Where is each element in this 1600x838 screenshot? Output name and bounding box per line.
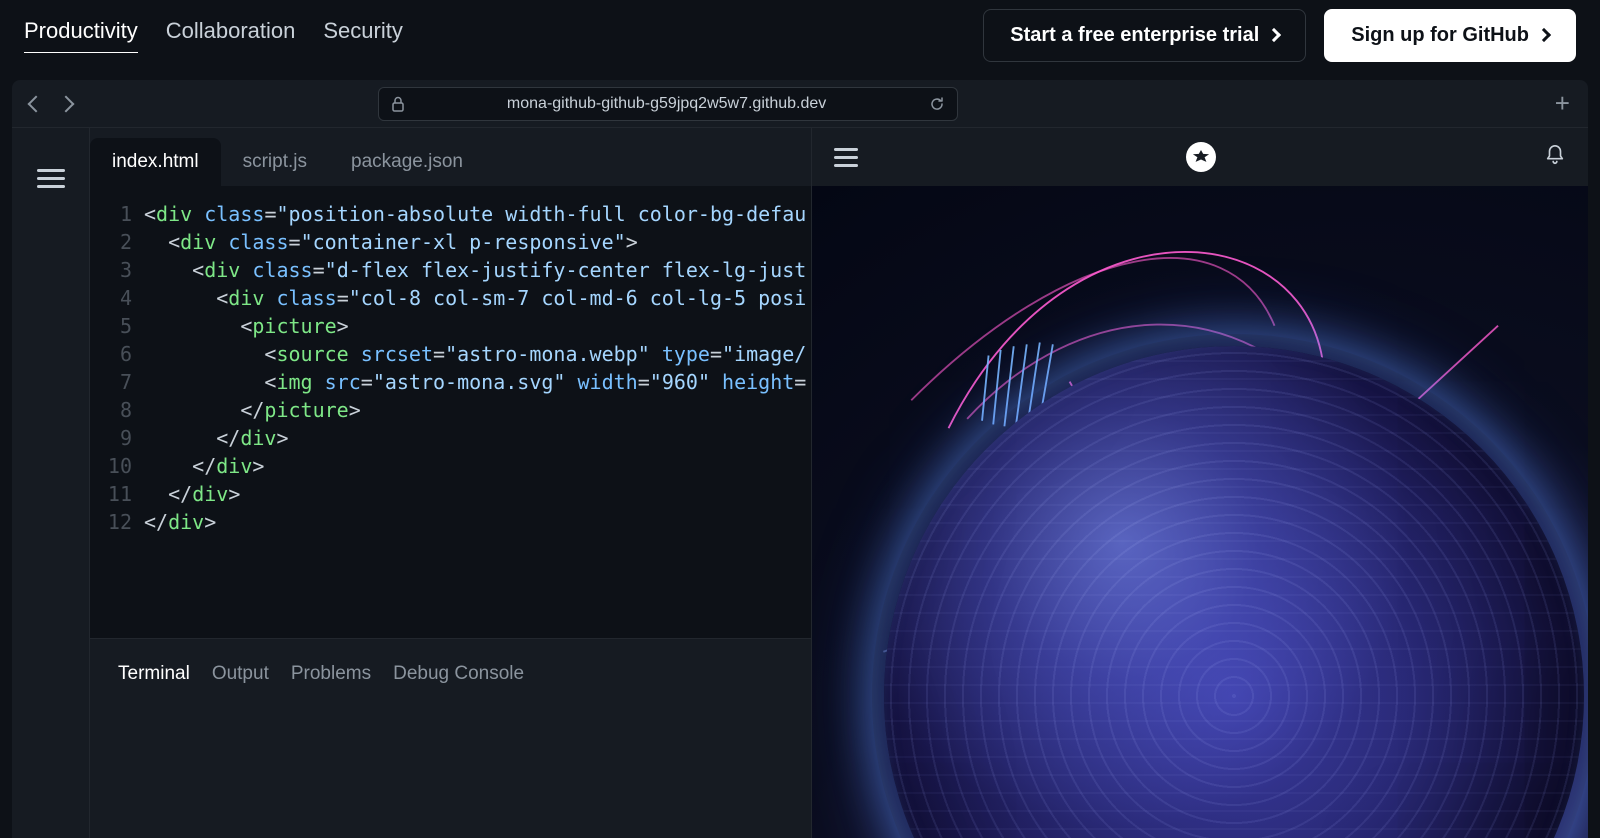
- file-tab-package[interactable]: package.json: [329, 138, 485, 186]
- sign-up-label: Sign up for GitHub: [1351, 24, 1529, 47]
- github-logo-icon: [1186, 142, 1216, 172]
- preview-canvas: [812, 186, 1588, 838]
- activity-bar: [12, 128, 90, 838]
- chevron-right-icon: [1267, 28, 1281, 42]
- editor-column: index.html script.js package.json 123456…: [90, 128, 812, 838]
- new-tab-icon[interactable]: +: [1555, 88, 1570, 119]
- bell-icon[interactable]: [1544, 144, 1566, 171]
- ide-titlebar: mona-github-github-g59jpq2w5w7.github.de…: [12, 80, 1588, 128]
- preview-column: [812, 128, 1588, 838]
- file-tab-index[interactable]: index.html: [90, 138, 221, 186]
- code-content: <div class="position-absolute width-full…: [144, 200, 811, 638]
- start-trial-label: Start a free enterprise trial: [1010, 24, 1259, 47]
- code-editor[interactable]: 123456789101112 <div class="position-abs…: [90, 186, 811, 638]
- chevron-right-icon: [1537, 28, 1551, 42]
- nav-tabs: Productivity Collaboration Security: [24, 18, 403, 53]
- start-trial-button[interactable]: Start a free enterprise trial: [983, 9, 1306, 62]
- panel-tab-terminal[interactable]: Terminal: [118, 663, 190, 685]
- ide-body: index.html script.js package.json 123456…: [12, 128, 1588, 838]
- panel-tab-problems[interactable]: Problems: [291, 663, 371, 685]
- preview-header: [812, 128, 1588, 186]
- history-nav: [30, 98, 72, 110]
- panel-tab-debug[interactable]: Debug Console: [393, 663, 524, 685]
- ide-window: mona-github-github-g59jpq2w5w7.github.de…: [12, 80, 1588, 838]
- url-text: mona-github-github-g59jpq2w5w7.github.de…: [415, 95, 919, 113]
- nav-tab-collaboration[interactable]: Collaboration: [166, 18, 296, 53]
- file-tab-script[interactable]: script.js: [221, 138, 329, 186]
- panel-tab-output[interactable]: Output: [212, 663, 269, 685]
- lock-icon: [391, 96, 405, 112]
- nav-buttons: Start a free enterprise trial Sign up fo…: [983, 9, 1576, 62]
- bottom-panel: Terminal Output Problems Debug Console: [90, 638, 811, 838]
- preview-menu-icon[interactable]: [834, 143, 858, 172]
- file-tabs: index.html script.js package.json: [90, 128, 811, 186]
- back-icon[interactable]: [28, 95, 45, 112]
- forward-icon[interactable]: [58, 95, 75, 112]
- sign-up-button[interactable]: Sign up for GitHub: [1324, 9, 1576, 62]
- nav-tab-productivity[interactable]: Productivity: [24, 18, 138, 53]
- url-bar[interactable]: mona-github-github-g59jpq2w5w7.github.de…: [378, 87, 958, 121]
- nav-tab-security[interactable]: Security: [323, 18, 402, 53]
- line-gutter: 123456789101112: [90, 200, 144, 638]
- refresh-icon[interactable]: [929, 96, 945, 112]
- top-nav: Productivity Collaboration Security Star…: [0, 0, 1600, 70]
- panel-tabs: Terminal Output Problems Debug Console: [90, 639, 811, 709]
- menu-icon[interactable]: [37, 164, 65, 838]
